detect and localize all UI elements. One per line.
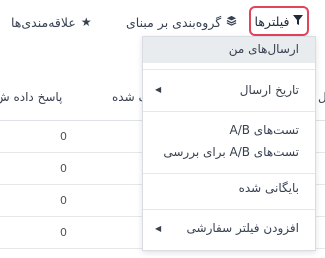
column-header-reply[interactable]: پاسخ داده ش <box>0 90 62 104</box>
funnel-icon <box>293 14 304 28</box>
filter-send-date[interactable]: تاریخ ارسال <box>240 83 299 97</box>
caret-left-icon: ◀ <box>155 224 162 233</box>
filters-dropdown-menu: ارسال‌های من تاریخ ارسال ◀ تست‌های A/B ت… <box>142 36 316 251</box>
star-icon: ★ <box>80 15 92 29</box>
menu-divider <box>143 111 315 112</box>
groupby-label: گروه‌بندی بر مبنای <box>126 14 222 30</box>
groupby-button[interactable]: گروه‌بندی بر مبنای <box>126 11 237 33</box>
table-cell: 0 <box>60 162 67 175</box>
filter-ab-tests-review[interactable]: تست‌های A/B برای بررسی <box>163 145 299 159</box>
menu-divider <box>143 173 315 174</box>
menu-divider <box>143 69 315 70</box>
filter-add-custom[interactable]: افزودن فیلتر سفارشی <box>187 221 299 235</box>
menu-divider <box>143 209 315 210</box>
filters-label: فیلترها <box>254 13 290 29</box>
filter-my-mailings[interactable]: ارسال‌های من <box>229 42 299 56</box>
table-cell: 0 <box>60 226 67 239</box>
table-cell: 0 <box>60 194 67 207</box>
filter-archived[interactable]: بایگانی شده <box>239 181 299 195</box>
filter-ab-tests[interactable]: تست‌های A/B <box>229 123 299 137</box>
favorites-button[interactable]: علاقه‌مندی‌ها ★ <box>11 11 92 33</box>
layers-icon <box>226 15 237 29</box>
favorites-label: علاقه‌مندی‌ها <box>11 14 76 30</box>
table-cell: 0 <box>60 130 67 143</box>
column-header-partial[interactable]: ل <box>318 90 325 104</box>
filters-button[interactable]: فیلترها <box>249 6 309 36</box>
caret-left-icon: ◀ <box>155 85 162 94</box>
